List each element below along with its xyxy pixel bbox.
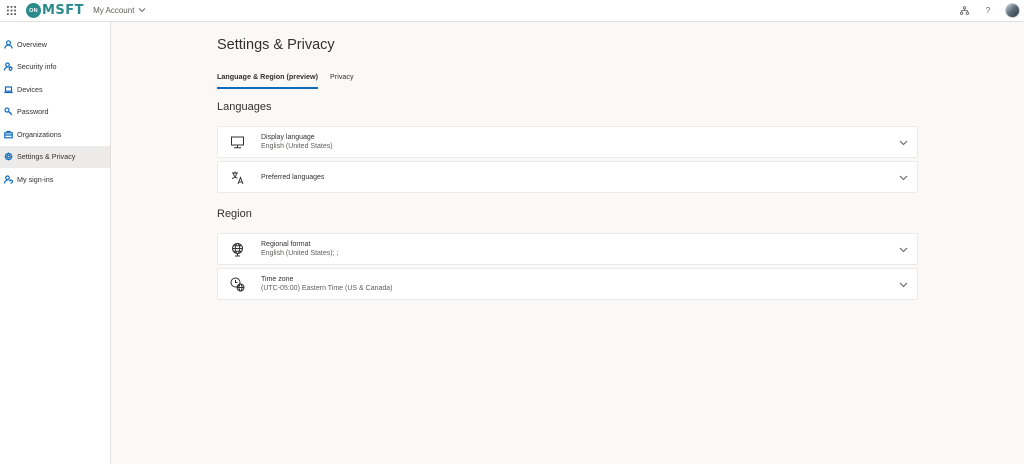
card-title: Display language (261, 134, 315, 141)
chevron-down-icon[interactable] (899, 138, 908, 147)
sidebar-item-label: Settings & Privacy (17, 152, 76, 162)
onmsft-logo[interactable]: ON MSFT (26, 0, 84, 22)
sidebar-item-label: Devices (17, 84, 43, 94)
tab-privacy[interactable]: Privacy (330, 72, 354, 89)
sidebar-item-label: Security info (17, 62, 57, 72)
tab-bar: Language & Region (preview) Privacy (217, 72, 366, 89)
gear-icon (4, 152, 13, 161)
sidebar: Overview Security info Devices Password … (0, 22, 111, 464)
chevron-down-icon (138, 6, 146, 16)
preferred-languages-card[interactable]: Preferred languages (217, 161, 918, 193)
tab-language-region[interactable]: Language & Region (preview) (217, 72, 319, 89)
chevron-down-icon[interactable] (899, 173, 908, 182)
sidebar-item-label: Password (17, 107, 49, 117)
waffle-icon[interactable] (0, 0, 22, 22)
card-title: Time zone (261, 276, 294, 283)
chevron-down-icon[interactable] (899, 245, 908, 254)
card-subtitle: (UTC-05:00) Eastern Time (US & Canada) (261, 285, 393, 292)
sidebar-item-label: My sign-ins (17, 174, 54, 184)
monitor-icon (230, 135, 245, 150)
logo-badge: ON (26, 3, 41, 18)
globe-icon (230, 242, 245, 257)
clock-globe-icon (230, 277, 245, 292)
sidebar-item-security-info[interactable]: Security info (0, 56, 110, 79)
display-language-card[interactable]: Display language English (United States) (217, 126, 918, 158)
card-title: Regional format (261, 241, 311, 248)
security-info-icon (4, 62, 13, 72)
person-icon (4, 39, 13, 49)
sidebar-item-overview[interactable]: Overview (0, 33, 110, 56)
avatar[interactable] (1005, 3, 1020, 18)
my-account-label: My Account (93, 6, 135, 15)
help-icon[interactable]: ? (981, 4, 995, 18)
my-account-menu[interactable]: My Account (93, 6, 146, 16)
regional-format-card[interactable]: Regional format English (United States);… (217, 233, 918, 265)
page-title: Settings & Privacy (217, 37, 335, 53)
time-zone-card[interactable]: Time zone (UTC-05:00) Eastern Time (US &… (217, 268, 918, 300)
card-title: Preferred languages (261, 173, 325, 181)
person-sync-icon (4, 175, 13, 184)
top-bar: ON MSFT My Account ? (0, 0, 1024, 22)
language-icon (230, 170, 245, 185)
key-icon (4, 107, 13, 116)
sidebar-item-organizations[interactable]: Organizations (0, 123, 110, 146)
card-subtitle: English (United States); ; (261, 250, 339, 257)
sidebar-item-label: Organizations (17, 129, 62, 139)
region-section-title: Region (217, 208, 252, 220)
chevron-down-icon[interactable] (899, 280, 908, 289)
main-content: Settings & Privacy Language & Region (pr… (111, 22, 1024, 464)
laptop-icon (4, 86, 13, 93)
languages-section-title: Languages (217, 101, 272, 113)
sidebar-item-devices[interactable]: Devices (0, 78, 110, 101)
sidebar-item-my-sign-ins[interactable]: My sign-ins (0, 168, 110, 191)
logo-text: MSFT (42, 3, 85, 18)
sidebar-item-password[interactable]: Password (0, 101, 110, 124)
sidebar-item-label: Overview (17, 39, 47, 49)
org-chart-icon[interactable] (957, 4, 971, 18)
briefcase-icon (4, 130, 13, 139)
card-subtitle: English (United States) (261, 143, 333, 150)
sidebar-item-settings-privacy[interactable]: Settings & Privacy (0, 145, 110, 168)
